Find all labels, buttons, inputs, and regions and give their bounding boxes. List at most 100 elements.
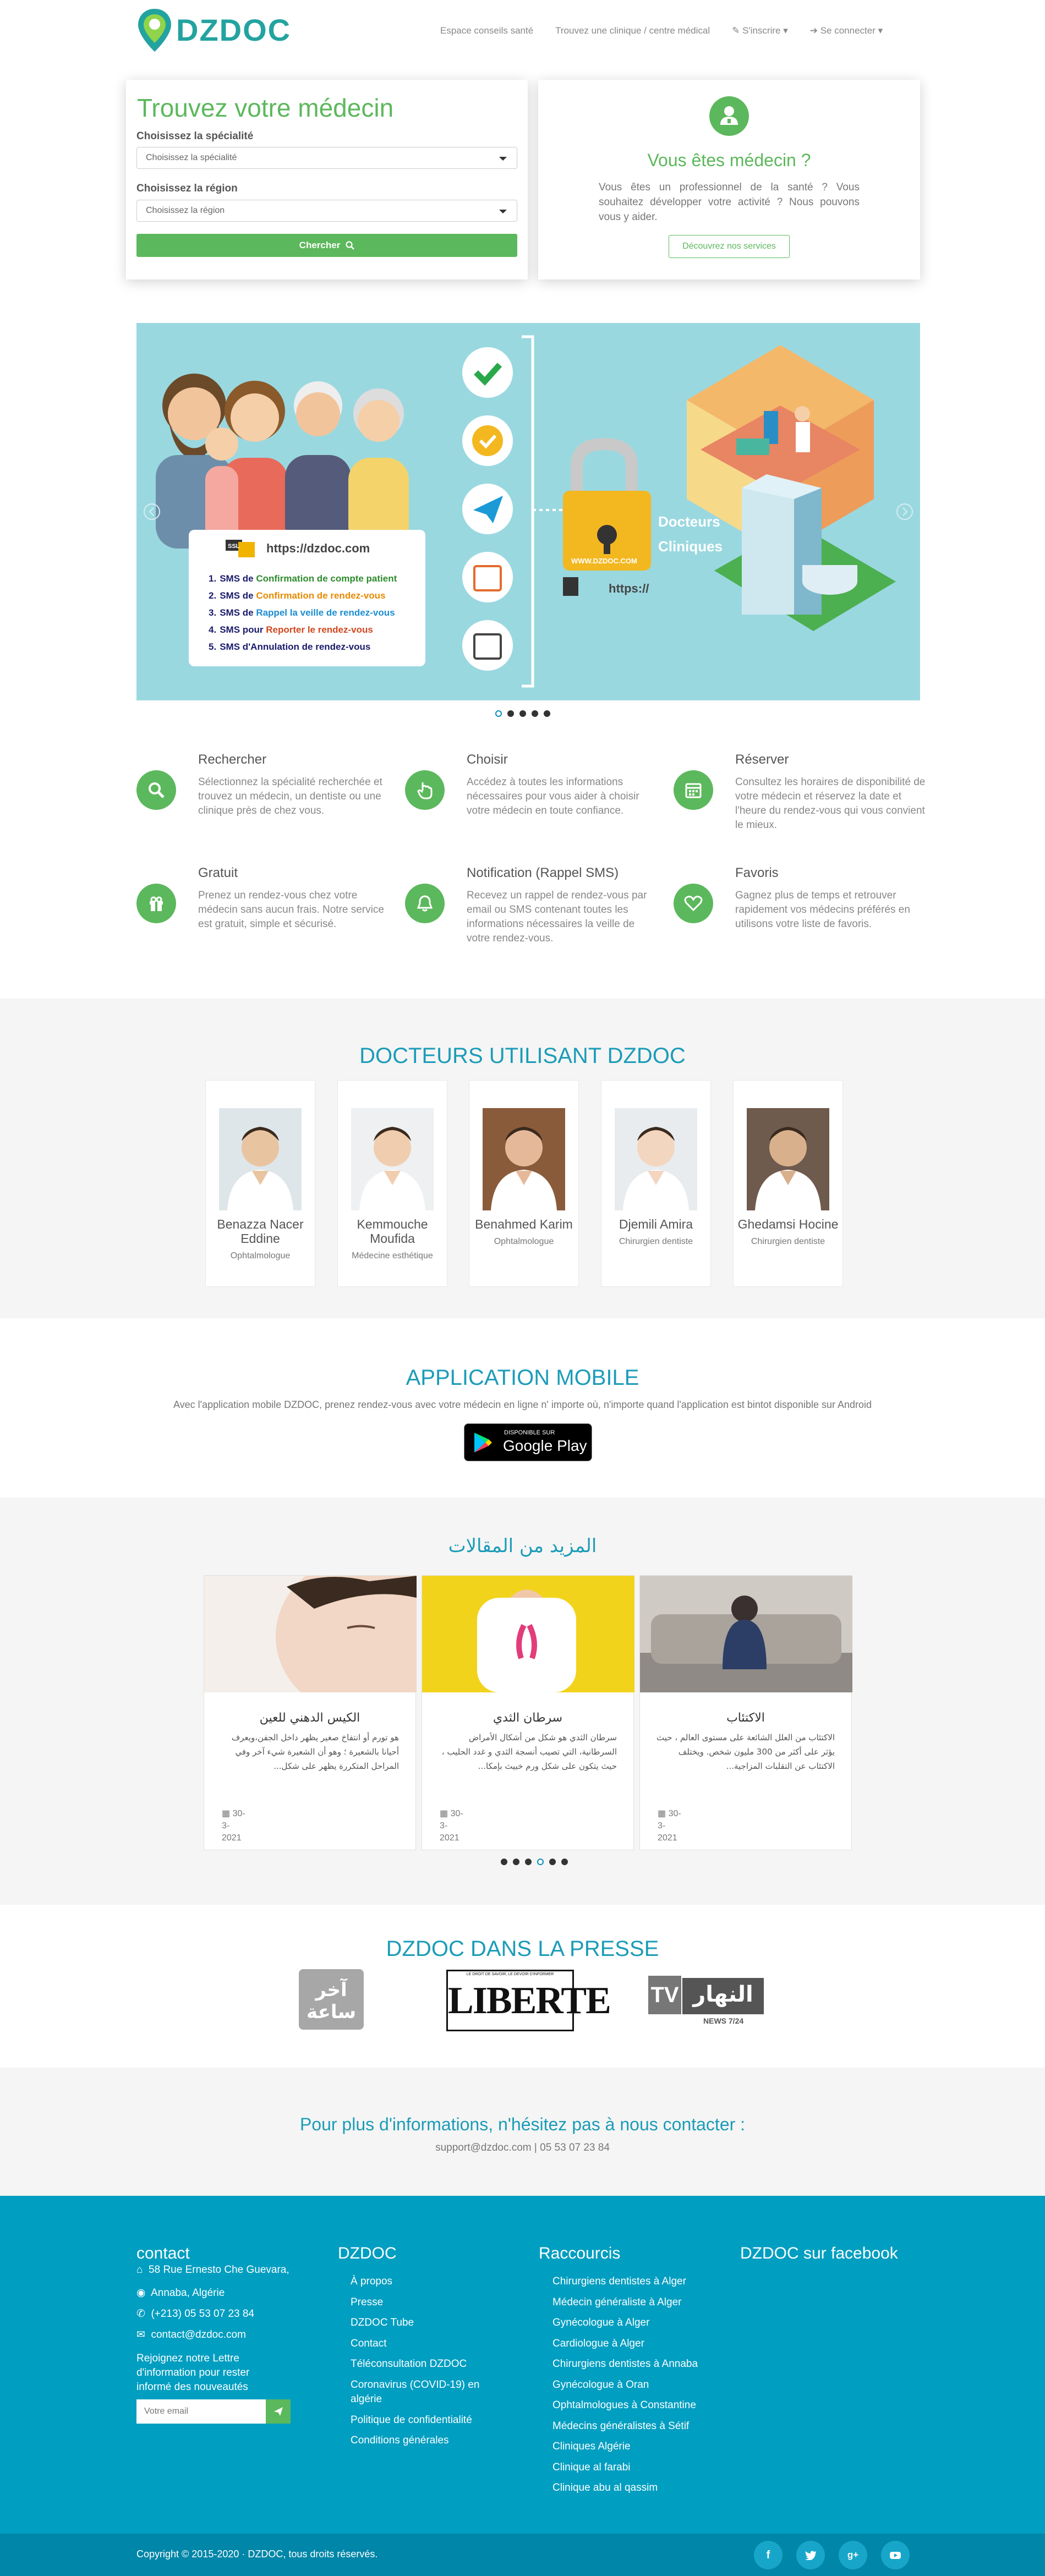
articles-dot[interactable] [501,1859,507,1865]
article-image [204,1576,417,1692]
footer-link[interactable]: DZDOC Tube [351,2312,505,2333]
articles-dot[interactable] [549,1859,556,1865]
carousel-dot[interactable] [519,710,526,717]
doctor-card[interactable]: Ghedamsi Hocine Chirurgien dentiste [733,1080,843,1287]
footer-email[interactable]: ✉ contact@dzdoc.com [136,2325,246,2345]
calendar-icon: ▦ [222,1809,231,1818]
article-card[interactable]: سرطان الثدي سرطان الثدي هو شكل من أشكال ا… [422,1575,634,1850]
article-excerpt: الاكتئاب من العلل الشائعة على مستوى العا… [656,1733,835,1771]
feature-text: Accédez à toutes les informations nécess… [467,776,639,816]
calendar-icon [674,770,713,810]
logo-text: DZDOC [176,13,292,47]
carousel-dot[interactable] [532,710,538,717]
articles-dot[interactable] [525,1859,532,1865]
carousel-dot[interactable] [544,710,550,717]
footer-shortcut-link[interactable]: Chirurgiens dentistes à Alger [552,2271,729,2292]
newsletter-form [136,2399,291,2424]
newsletter-email-input[interactable] [136,2399,266,2424]
doctor-promo-card: Vous êtes médecin ? Vous êtes un profess… [538,80,920,279]
footer-shortcut-link[interactable]: Ophtalmologues à Constantine [552,2395,729,2416]
press-logo-ennahar[interactable]: TV النهار NEWS 7/24 [648,1976,764,2029]
articles-indicators [501,1859,568,1865]
doctor-photo [747,1108,829,1210]
google-play-badge[interactable]: DISPONIBLE SUR Google Play [464,1423,592,1461]
articles-dot[interactable] [537,1859,544,1865]
footer-shortcut-link[interactable]: Chirurgiens dentistes à Annaba [552,2354,729,2375]
envelope-icon: ✉ [136,2329,145,2341]
twitter-icon[interactable] [796,2541,825,2569]
feature-title: Notification (Rappel SMS) [467,865,619,880]
ssl-label: SSL [228,543,240,550]
feature-item: Favoris Gagnez plus de temps et retrouver… [674,865,927,964]
footer-phone-text: (+213) 05 53 07 23 84 [151,2308,254,2320]
article-title: سرطان الثدي [493,1711,563,1725]
footer-shortcut-link[interactable]: Cliniques Algérie [552,2436,729,2457]
footer-shortcut-link[interactable]: Clinique al farabi [552,2457,729,2478]
footer-link[interactable]: À propos [351,2271,505,2292]
doctor-photo [615,1108,697,1210]
doctor-photo [351,1108,434,1210]
nav-find-clinic[interactable]: Trouvez une clinique / centre médical [555,25,710,36]
feature-item: Rechercher Sélectionnez la spécialité rec… [136,752,390,851]
specialty-select[interactable]: Choisissez la spécialité [136,147,517,169]
doctor-card[interactable]: Benazza Nacer Eddine Ophtalmologue [205,1080,315,1287]
press-logo-akher-saa[interactable]: آخر ساعة Akher Saâ [299,1969,364,2037]
home-icon: ⌂ [136,2264,143,2276]
liberte-text: LIBERTE [448,1980,611,2022]
press-logo-liberte[interactable]: LE DROIT DE SAVOIR, LE DEVOIR D'INFORMER… [446,1970,611,2031]
article-card[interactable]: الكيس الدهني للعين هو تورم أو انتفاخ صغير… [204,1575,417,1850]
specialty-select-value: Choisissez la spécialité [146,153,237,162]
footer-shortcut-link[interactable]: Clinique abu al qassim [552,2478,729,2498]
carousel-next-button[interactable] [898,495,920,528]
feature-item: Réserver Consultez les horaires de dispon… [674,752,927,851]
articles-dot[interactable] [561,1859,568,1865]
feature-text: Prenez un rendez-vous chez votre médecin… [198,890,384,930]
footer-shortcut-link[interactable]: Cardiologue à Alger [552,2333,729,2354]
nav-login[interactable]: ➔ Se connecter ▾ [810,25,883,36]
doctor-name: Benahmed Karim [475,1217,573,1231]
feature-title: Rechercher [198,752,267,767]
carousel-dot[interactable] [507,710,514,717]
banner-cliniques: Cliniques [658,538,723,555]
footer-link[interactable]: Politique de confidentialité [351,2410,505,2431]
article-card[interactable]: الاكتئاب الاكتئاب من العلل الشائعة على مس… [639,1575,852,1850]
footer-shortcut-link[interactable]: Médecins généralistes à Sétif [552,2416,729,2437]
sms-line: 1. SMS de Confirmation de compte patient [209,573,397,584]
newsletter-submit-button[interactable] [266,2399,291,2424]
nav-login-label: Se connecter [820,25,876,36]
doctor-card[interactable]: Djemili Amira Chirurgien dentiste [601,1080,711,1287]
region-select[interactable]: Choisissez la région [136,200,517,222]
globe-icon: ◉ [136,2287,146,2299]
logo[interactable]: DZDOC [136,7,302,53]
footer-shortcut-link[interactable]: Médecin généraliste à Alger [552,2292,729,2313]
footer-link[interactable]: Téléconsultation DZDOC [351,2354,505,2375]
google-plus-icon[interactable]: g+ [839,2541,867,2569]
feature-title: Gratuit [198,865,238,880]
footer-link[interactable]: Conditions générales [351,2430,505,2451]
footer-link[interactable]: Contact [351,2333,505,2354]
badge-big-text: Google Play [503,1437,587,1454]
nav-health-tips[interactable]: Espace conseils santé [440,25,533,36]
footer-link[interactable]: Coronavirus (COVID-19) en algérie [351,2375,505,2410]
user-md-icon [709,96,749,136]
carousel-dot[interactable] [495,710,502,717]
footer-shortcut-link[interactable]: Gynécologue à Oran [552,2375,729,2396]
facebook-icon[interactable]: f [754,2541,783,2569]
calendar-icon: ▦ [440,1809,448,1818]
doctor-card[interactable]: Kemmouche Moufida Médecine esthétique [337,1080,447,1287]
footer-link[interactable]: Presse [351,2292,505,2313]
carousel-indicators [495,710,550,717]
footer-shortcut-link[interactable]: Gynécologue à Alger [552,2312,729,2333]
search-button[interactable]: Chercher [136,234,517,257]
doctor-name: Kemmouche Moufida [357,1217,428,1246]
footer: contact ⌂ 58 Rue Ernesto Che Guevara, ◉ … [0,2196,1045,2534]
carousel-prev-button[interactable] [136,495,158,528]
youtube-icon[interactable] [881,2541,910,2569]
feature-title: Choisir [467,752,508,767]
doctor-card[interactable]: Benahmed Karim Ophtalmologue [469,1080,579,1287]
contact-line: support@dzdoc.com | 05 53 07 23 84 [435,2142,610,2153]
nav-register[interactable]: ✎ S'inscrire ▾ [732,25,788,36]
doctor-promo-title: Vous êtes médecin ? [647,150,811,170]
articles-dot[interactable] [513,1859,519,1865]
discover-services-button[interactable]: Découvrez nos services [669,235,790,258]
